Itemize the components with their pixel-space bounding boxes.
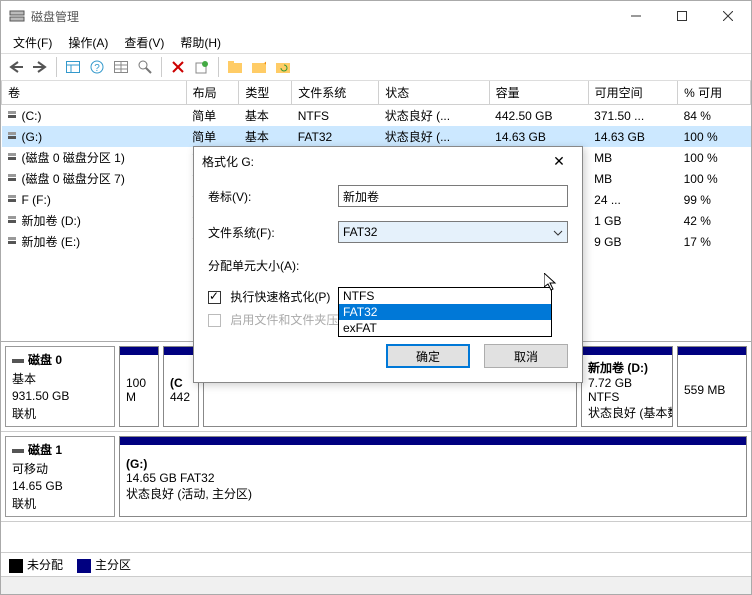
folder-refresh-icon[interactable]: [272, 56, 294, 78]
disk-info-1[interactable]: 磁盘 1 可移动 14.65 GB 联机: [5, 436, 115, 517]
close-button[interactable]: [705, 1, 751, 31]
drive-icon: [8, 157, 16, 160]
toolbar: ? ✦: [1, 53, 751, 81]
maximize-button[interactable]: [659, 1, 705, 31]
filesystem-select[interactable]: FAT32: [338, 221, 568, 243]
drive-icon: [8, 115, 16, 118]
fs-option-ntfs[interactable]: NTFS: [339, 288, 551, 304]
panel-icon[interactable]: [62, 56, 84, 78]
app-icon: [9, 8, 25, 24]
volume-row[interactable]: (C:)简单基本NTFS状态良好 (...442.50 GB371.50 ...…: [2, 105, 751, 127]
volume-row[interactable]: (G:)简单基本FAT32状态良好 (...14.63 GB14.63 GB10…: [2, 126, 751, 147]
titlebar: 磁盘管理: [1, 1, 751, 31]
chevron-down-icon: [553, 227, 563, 241]
legend-primary-icon: [77, 559, 91, 573]
volume-label-input[interactable]: [338, 185, 568, 207]
ok-button[interactable]: 确定: [386, 344, 470, 368]
svg-text:✦: ✦: [263, 61, 266, 68]
back-icon[interactable]: [5, 56, 27, 78]
delete-icon[interactable]: [167, 56, 189, 78]
column-header[interactable]: 容量: [489, 81, 588, 105]
disk-info-0[interactable]: 磁盘 0 基本 931.50 GB 联机: [5, 346, 115, 427]
legend-unallocated-icon: [9, 559, 23, 573]
label-volume: 卷标(V):: [208, 188, 338, 205]
disk-management-window: 磁盘管理 文件(F) 操作(A) 查看(V) 帮助(H) ? ✦ 卷布局类型文件…: [0, 0, 752, 595]
disk-row-1: 磁盘 1 可移动 14.65 GB 联机 (G:) 14.65 GB FAT32…: [1, 432, 751, 522]
partition-g[interactable]: (G:) 14.65 GB FAT32 状态良好 (活动, 主分区): [119, 436, 747, 517]
column-header[interactable]: 可用空间: [588, 81, 677, 105]
menu-file[interactable]: 文件(F): [5, 32, 60, 53]
column-header[interactable]: 卷: [2, 81, 187, 105]
help-icon[interactable]: ?: [86, 56, 108, 78]
drive-icon: [8, 199, 16, 202]
fs-option-fat32[interactable]: FAT32: [339, 304, 551, 320]
label-alloc: 分配单元大小(A):: [208, 257, 338, 274]
properties-icon[interactable]: [191, 56, 213, 78]
format-dialog: 格式化 G: ✕ 卷标(V): 文件系统(F): FAT32 分配单元大小(A)…: [193, 146, 583, 383]
dialog-close-button[interactable]: ✕: [544, 153, 574, 170]
window-title: 磁盘管理: [31, 8, 613, 25]
filesystem-dropdown: NTFS FAT32 exFAT: [338, 287, 552, 337]
column-header[interactable]: 状态: [379, 81, 489, 105]
status-bar: [1, 576, 751, 594]
menu-action[interactable]: 操作(A): [60, 32, 116, 53]
disk-icon: [12, 359, 24, 363]
dialog-title: 格式化 G:: [202, 153, 254, 170]
column-header[interactable]: 类型: [239, 81, 292, 105]
disk-icon: [12, 449, 24, 453]
svg-text:?: ?: [94, 63, 100, 74]
legend: 未分配 主分区: [1, 552, 751, 576]
partition[interactable]: 559 MB: [677, 346, 747, 427]
search-icon[interactable]: [134, 56, 156, 78]
label-filesystem: 文件系统(F):: [208, 224, 338, 241]
forward-icon[interactable]: [29, 56, 51, 78]
minimize-button[interactable]: [613, 1, 659, 31]
drive-icon: [8, 136, 16, 139]
drive-icon: [8, 241, 16, 244]
drive-icon: [8, 178, 16, 181]
folder-icon[interactable]: [224, 56, 246, 78]
folder-new-icon[interactable]: ✦: [248, 56, 270, 78]
partition[interactable]: 100 M: [119, 346, 159, 427]
compression-checkbox: [208, 314, 221, 327]
cancel-button[interactable]: 取消: [484, 344, 568, 368]
grid-icon[interactable]: [110, 56, 132, 78]
quick-format-checkbox[interactable]: [208, 291, 221, 304]
column-header[interactable]: % 可用: [678, 81, 751, 105]
menu-view[interactable]: 查看(V): [116, 32, 172, 53]
partition[interactable]: 新加卷 (D:) 7.72 GB NTFS 状态良好 (基本数据: [581, 346, 673, 427]
column-header[interactable]: 布局: [186, 81, 239, 105]
quick-format-label: 执行快速格式化(P): [230, 290, 330, 304]
drive-icon: [8, 220, 16, 223]
menu-help[interactable]: 帮助(H): [172, 32, 229, 53]
menubar: 文件(F) 操作(A) 查看(V) 帮助(H): [1, 31, 751, 53]
column-header[interactable]: 文件系统: [292, 81, 379, 105]
fs-option-exfat[interactable]: exFAT: [339, 320, 551, 336]
